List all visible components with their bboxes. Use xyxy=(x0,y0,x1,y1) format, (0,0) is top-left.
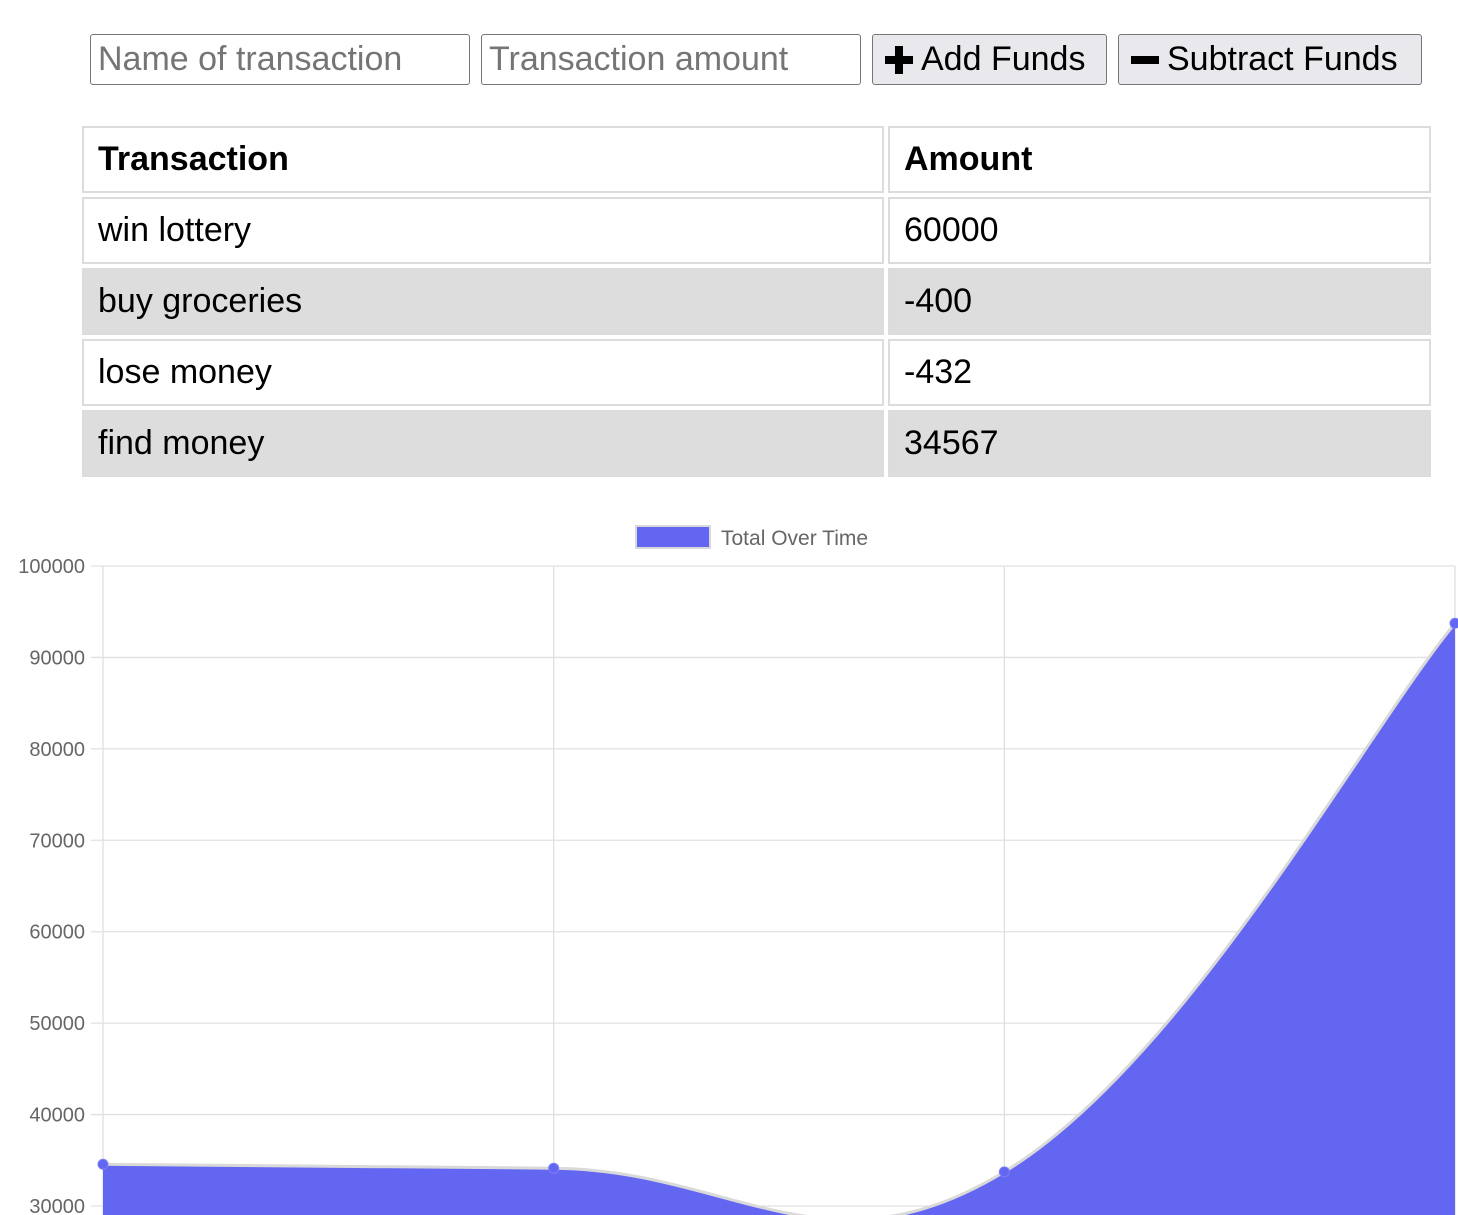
y-tick-label: 60000 xyxy=(29,922,85,944)
table-row: find money 34567 xyxy=(82,410,1431,477)
subtract-funds-button[interactable]: Subtract Funds xyxy=(1118,34,1422,85)
y-tick-label: 70000 xyxy=(29,830,85,852)
transaction-name-cell: find money xyxy=(82,410,884,477)
data-point xyxy=(1449,617,1458,629)
y-tick-label: 80000 xyxy=(29,739,85,761)
transaction-amount-cell: 34567 xyxy=(888,410,1431,477)
transaction-name-cell: lose money xyxy=(82,339,884,406)
amount-column-header: Amount xyxy=(888,126,1431,193)
plus-icon xyxy=(885,45,913,74)
y-tick-label: 90000 xyxy=(29,647,85,669)
minus-icon xyxy=(1131,46,1159,74)
add-funds-button[interactable]: Add Funds xyxy=(872,34,1107,85)
transaction-name-input[interactable] xyxy=(90,34,470,85)
transaction-form: Add Funds Subtract Funds xyxy=(90,34,1433,86)
chart-legend: Total Over Time xyxy=(635,525,868,550)
transaction-amount-cell: -432 xyxy=(888,339,1431,406)
legend-label[interactable]: Total Over Time xyxy=(721,527,868,550)
chart-y-axis: 30000 40000 50000 60000 70000 80000 90000 10000… xyxy=(18,556,85,1215)
transaction-name-cell: buy groceries xyxy=(82,268,884,335)
legend-swatch[interactable] xyxy=(635,525,711,549)
transactions-table: Transaction Amount win lottery 60000 buy… xyxy=(78,122,1435,481)
series-area-fill xyxy=(103,623,1455,1215)
table-header-row: Transaction Amount xyxy=(82,126,1431,193)
total-over-time-chart: 30000 40000 50000 60000 70000 80000 90000 10000… xyxy=(18,525,1458,1215)
data-point xyxy=(548,1162,560,1174)
table-row: win lottery 60000 xyxy=(82,197,1431,264)
transaction-amount-cell: 60000 xyxy=(888,197,1431,264)
y-tick-label: 50000 xyxy=(29,1013,85,1035)
transaction-name-cell: win lottery xyxy=(82,197,884,264)
table-row: buy groceries -400 xyxy=(82,268,1431,335)
y-tick-label: 30000 xyxy=(29,1196,85,1215)
data-point xyxy=(998,1166,1010,1178)
subtract-funds-label: Subtract Funds xyxy=(1167,40,1398,78)
transaction-amount-cell: -400 xyxy=(888,268,1431,335)
add-funds-label: Add Funds xyxy=(921,40,1086,78)
transaction-column-header: Transaction xyxy=(82,126,884,193)
table-row: lose money -432 xyxy=(82,339,1431,406)
chart-area-series xyxy=(102,622,1457,1215)
data-point xyxy=(97,1158,109,1170)
y-tick-label: 100000 xyxy=(18,556,85,578)
transaction-amount-input[interactable] xyxy=(481,34,861,85)
y-tick-label: 40000 xyxy=(29,1105,85,1127)
